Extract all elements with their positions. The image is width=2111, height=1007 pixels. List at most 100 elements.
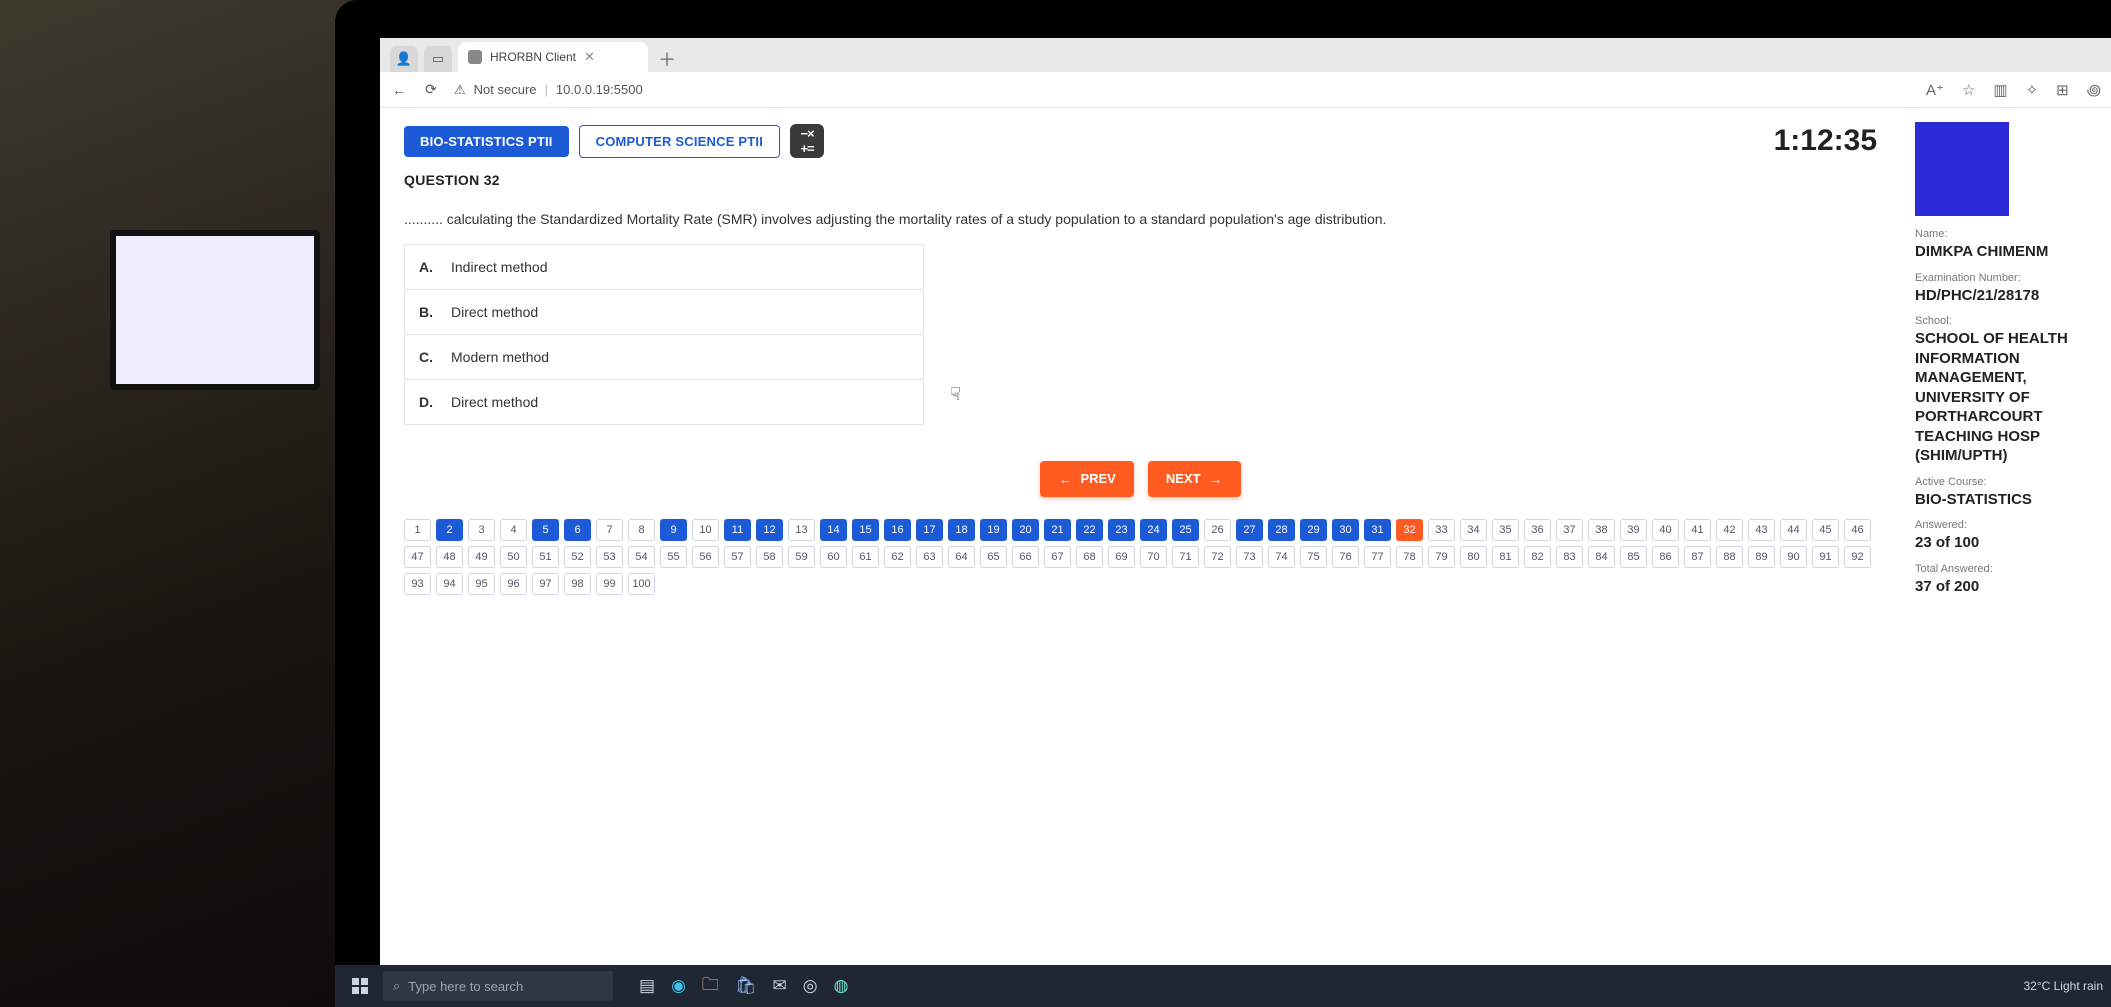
pager-item[interactable]: 83 xyxy=(1556,546,1583,568)
mail-icon[interactable]: ✉ xyxy=(773,976,787,996)
pager-item[interactable]: 97 xyxy=(532,573,559,595)
pager-item[interactable]: 12 xyxy=(756,519,783,541)
pager-item[interactable]: 53 xyxy=(596,546,623,568)
pager-item[interactable]: 68 xyxy=(1076,546,1103,568)
course-tab-inactive[interactable]: COMPUTER SCIENCE PTII xyxy=(579,125,780,158)
pager-item[interactable]: 99 xyxy=(596,573,623,595)
pager-item[interactable]: 66 xyxy=(1012,546,1039,568)
pager-item[interactable]: 67 xyxy=(1044,546,1071,568)
pager-item[interactable]: 62 xyxy=(884,546,911,568)
pager-item[interactable]: 100 xyxy=(628,573,655,595)
pager-item[interactable]: 7 xyxy=(596,519,623,541)
taskbar-search[interactable]: ⌕ Type here to search xyxy=(383,971,613,1001)
pager-item[interactable]: 14 xyxy=(820,519,847,541)
pager-item[interactable]: 75 xyxy=(1300,546,1327,568)
pager-item[interactable]: 17 xyxy=(916,519,943,541)
pager-item[interactable]: 44 xyxy=(1780,519,1807,541)
pager-item[interactable]: 9 xyxy=(660,519,687,541)
pager-item[interactable]: 60 xyxy=(820,546,847,568)
pager-item[interactable]: 27 xyxy=(1236,519,1263,541)
pager-item[interactable]: 46 xyxy=(1844,519,1871,541)
pager-item[interactable]: 90 xyxy=(1780,546,1807,568)
pager-item[interactable]: 79 xyxy=(1428,546,1455,568)
pager-item[interactable]: 87 xyxy=(1684,546,1711,568)
pager-item[interactable]: 80 xyxy=(1460,546,1487,568)
refresh-icon[interactable]: ⟳ xyxy=(422,81,440,98)
start-button[interactable] xyxy=(343,969,377,1003)
tab-overview-icon[interactable]: ▭ xyxy=(424,46,452,72)
pager-item[interactable]: 30 xyxy=(1332,519,1359,541)
pager-item[interactable]: 57 xyxy=(724,546,751,568)
pager-item[interactable]: 82 xyxy=(1524,546,1551,568)
pager-item[interactable]: 33 xyxy=(1428,519,1455,541)
pager-item[interactable]: 22 xyxy=(1076,519,1103,541)
next-button[interactable]: NEXT → xyxy=(1148,461,1241,497)
prev-button[interactable]: ← PREV xyxy=(1040,461,1133,497)
pager-item[interactable]: 63 xyxy=(916,546,943,568)
pager-item[interactable]: 2 xyxy=(436,519,463,541)
file-explorer-icon[interactable]: 🗀 xyxy=(702,972,719,1001)
pager-item[interactable]: 54 xyxy=(628,546,655,568)
browser-tab[interactable]: HRORBN Client ✕ xyxy=(458,42,648,72)
pager-item[interactable]: 32 xyxy=(1396,519,1423,541)
collections-icon[interactable]: ✧ xyxy=(2026,81,2039,99)
pager-item[interactable]: 1 xyxy=(404,519,431,541)
pager-item[interactable]: 86 xyxy=(1652,546,1679,568)
pager-item[interactable]: 55 xyxy=(660,546,687,568)
pager-item[interactable]: 65 xyxy=(980,546,1007,568)
copilot-icon[interactable]: ꩜ xyxy=(2087,79,2101,101)
pager-item[interactable]: 47 xyxy=(404,546,431,568)
edge-icon[interactable]: ◉ xyxy=(671,976,686,996)
pager-item[interactable]: 5 xyxy=(532,519,559,541)
pager-item[interactable]: 50 xyxy=(500,546,527,568)
calculator-icon[interactable]: −×+= xyxy=(790,124,824,158)
pager-item[interactable]: 10 xyxy=(692,519,719,541)
pager-item[interactable]: 3 xyxy=(468,519,495,541)
pager-item[interactable]: 76 xyxy=(1332,546,1359,568)
answer-option[interactable]: A.Indirect method xyxy=(404,244,924,290)
answer-option[interactable]: B.Direct method xyxy=(404,290,924,335)
pager-item[interactable]: 40 xyxy=(1652,519,1679,541)
pager-item[interactable]: 92 xyxy=(1844,546,1871,568)
pager-item[interactable]: 29 xyxy=(1300,519,1327,541)
pager-item[interactable]: 74 xyxy=(1268,546,1295,568)
pager-item[interactable]: 34 xyxy=(1460,519,1487,541)
pager-item[interactable]: 6 xyxy=(564,519,591,541)
pager-item[interactable]: 42 xyxy=(1716,519,1743,541)
pager-item[interactable]: 31 xyxy=(1364,519,1391,541)
back-icon[interactable]: ← xyxy=(390,82,408,98)
pager-item[interactable]: 37 xyxy=(1556,519,1583,541)
pager-item[interactable]: 18 xyxy=(948,519,975,541)
pager-item[interactable]: 81 xyxy=(1492,546,1519,568)
pager-item[interactable]: 11 xyxy=(724,519,751,541)
pager-item[interactable]: 49 xyxy=(468,546,495,568)
pager-item[interactable]: 94 xyxy=(436,573,463,595)
pager-item[interactable]: 85 xyxy=(1620,546,1647,568)
pager-item[interactable]: 41 xyxy=(1684,519,1711,541)
pager-item[interactable]: 16 xyxy=(884,519,911,541)
pager-item[interactable]: 13 xyxy=(788,519,815,541)
read-aloud-icon[interactable]: A⁺ xyxy=(1926,81,1944,99)
pager-item[interactable]: 77 xyxy=(1364,546,1391,568)
split-screen-icon[interactable]: ▥ xyxy=(1993,81,2007,99)
answer-option[interactable]: D.Direct method xyxy=(404,380,924,425)
pager-item[interactable]: 61 xyxy=(852,546,879,568)
pager-item[interactable]: 15 xyxy=(852,519,879,541)
pager-item[interactable]: 23 xyxy=(1108,519,1135,541)
pager-item[interactable]: 43 xyxy=(1748,519,1775,541)
course-tab-active[interactable]: BIO-STATISTICS PTII xyxy=(404,126,569,157)
pager-item[interactable]: 59 xyxy=(788,546,815,568)
pager-item[interactable]: 25 xyxy=(1172,519,1199,541)
url-display[interactable]: ⚠ Not secure | 10.0.0.19:5500 xyxy=(454,82,643,98)
pager-item[interactable]: 36 xyxy=(1524,519,1551,541)
pager-item[interactable]: 38 xyxy=(1588,519,1615,541)
pager-item[interactable]: 35 xyxy=(1492,519,1519,541)
extensions-icon[interactable]: ⊞ xyxy=(2056,81,2069,99)
weather-widget[interactable]: 32°C Light rain xyxy=(2023,979,2103,993)
task-view-icon[interactable]: ▤ xyxy=(639,976,655,996)
pager-item[interactable]: 19 xyxy=(980,519,1007,541)
pager-item[interactable]: 4 xyxy=(500,519,527,541)
pager-item[interactable]: 20 xyxy=(1012,519,1039,541)
pager-item[interactable]: 64 xyxy=(948,546,975,568)
pager-item[interactable]: 28 xyxy=(1268,519,1295,541)
